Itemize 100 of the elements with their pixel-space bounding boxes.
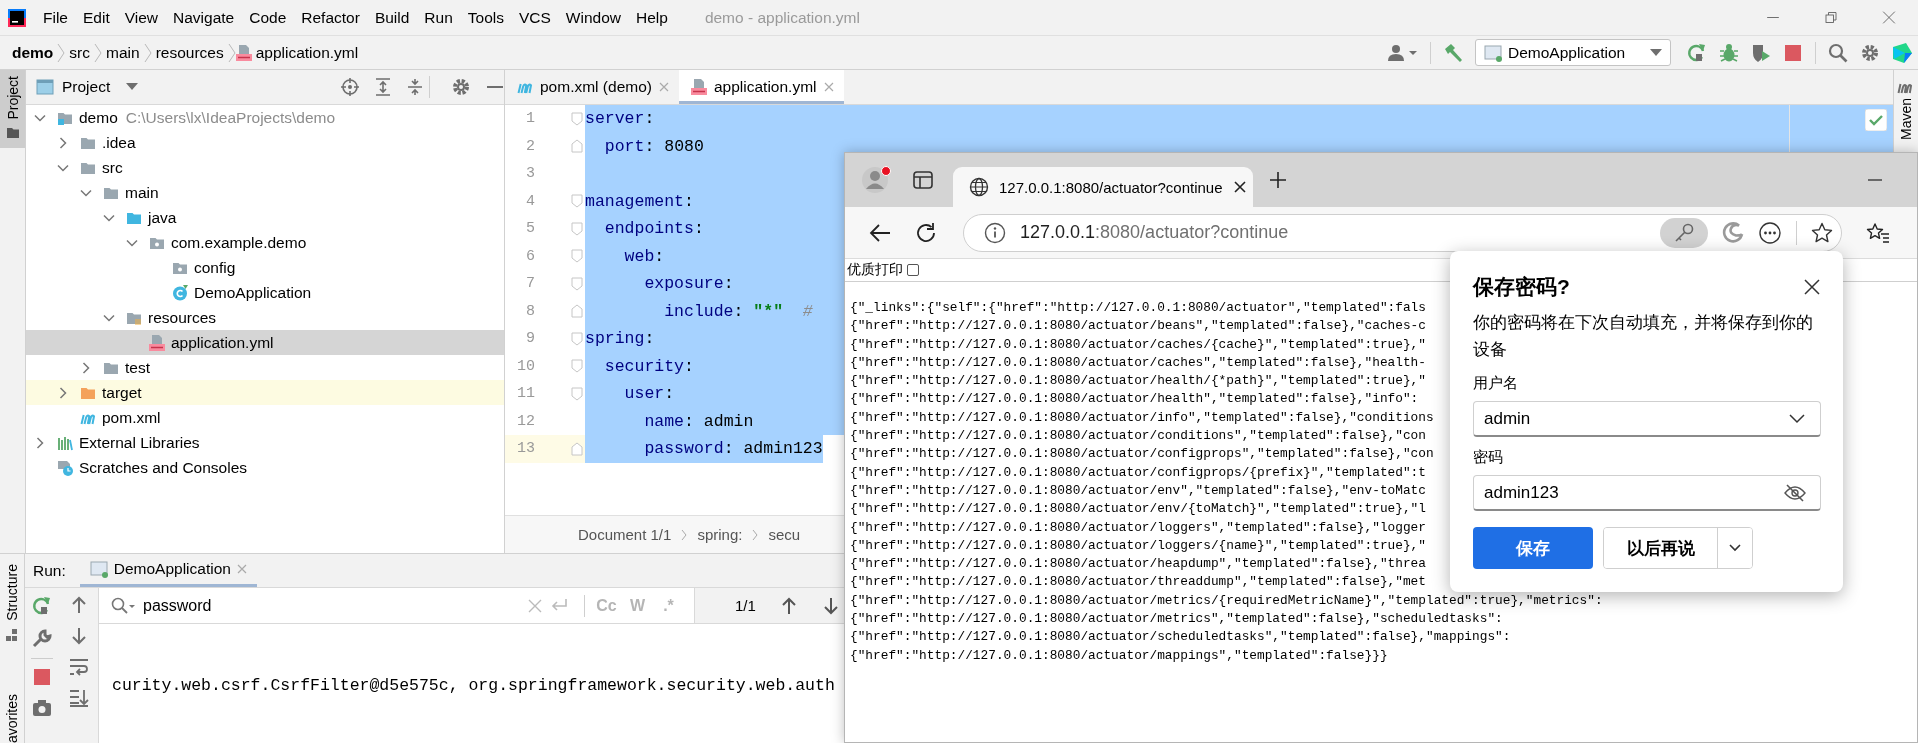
project-path: C:\Users\lx\IdeaProjects\demo xyxy=(125,108,336,127)
json-text-line: {"href":"http://127.0.0.1:8080/actuator/beans","templated":false},"caches-c xyxy=(850,317,1426,336)
code-line: name: admin xyxy=(643,410,754,433)
json-text-line: {"href":"http://127.0.0.1:8080/actuator/info","templated":false},"conditions xyxy=(850,408,1434,427)
line-number: 2 xyxy=(525,136,536,157)
breadcrumb-item[interactable]: resources xyxy=(155,43,224,62)
breadcrumb-item[interactable]: spring: xyxy=(697,526,743,543)
dialog-message: 你的密码将在下次自动填充，并将保存到你的设备 xyxy=(1473,312,1814,361)
tool-window-tab[interactable]: Maven xyxy=(1898,98,1914,141)
json-text-line: {"href":"http://127.0.0.1:8080/actuator/loggers","templated":false},"logger xyxy=(850,518,1426,537)
tree-item[interactable]: java xyxy=(26,205,504,230)
panel-title: Project xyxy=(62,78,111,96)
later-button[interactable]: 以后再说 xyxy=(1604,528,1718,568)
menu-item[interactable]: Code xyxy=(249,8,287,27)
menu-item[interactable]: Navigate xyxy=(173,8,235,27)
browser-tab[interactable]: 127.0.0.1:8080/actuator?continue xyxy=(953,167,1253,207)
breadcrumb-item[interactable]: Document 1/1 xyxy=(578,526,672,543)
json-text-line: {"_links":{"self":{"href":"http://127.0.0.1:8080/actuator","templated":fals xyxy=(850,299,1426,317)
menu-item[interactable]: Run xyxy=(424,8,453,27)
line-number: 12 xyxy=(516,411,536,432)
tree-item[interactable]: Scratches and Consoles xyxy=(26,455,504,480)
editor-tab[interactable]: application.yml xyxy=(678,70,844,104)
code-line: management: xyxy=(585,190,694,213)
menu-item[interactable]: Build xyxy=(374,8,410,27)
line-number: 13 xyxy=(505,435,541,463)
field-label: 密码 xyxy=(1473,447,1504,467)
address-bar[interactable]: 127.0.0.1:8080/actuator?continue xyxy=(963,213,1842,252)
project-tool-tab[interactable]: Project xyxy=(0,70,25,148)
menu-item[interactable]: View xyxy=(124,8,159,27)
tree-item[interactable]: External Libraries xyxy=(26,430,504,455)
json-text-line: {"href":"http://127.0.0.1:8080/actuator/conditions","templated":false},"con xyxy=(850,427,1426,446)
tree-item[interactable]: resources xyxy=(26,305,504,330)
tree-item[interactable]: main xyxy=(26,180,504,205)
code-line: server: xyxy=(585,108,655,130)
line-number: 8 xyxy=(525,301,536,322)
menu-item[interactable]: File xyxy=(43,8,68,27)
url-path: :8080/actuator?continue xyxy=(1095,222,1289,242)
json-text-line: {"href":"http://127.0.0.1:8080/actuator/scheduledtasks","templated":false},"mappings": xyxy=(850,628,1511,647)
tool-window-tab[interactable]: Structure xyxy=(4,564,20,621)
menu-item[interactable]: Edit xyxy=(83,8,110,27)
menu-item[interactable]: Tools xyxy=(467,8,504,27)
tree-item[interactable]: com.example.demo xyxy=(26,230,504,255)
code-line: spring: xyxy=(585,328,655,350)
breadcrumb-item[interactable]: src xyxy=(69,43,90,62)
code-line: include: "*" # xyxy=(663,300,813,323)
tool-window-tab[interactable]: avorites xyxy=(4,693,20,743)
code-line: user: xyxy=(623,383,675,405)
url-host: 127.0.0.1 xyxy=(1020,222,1096,242)
breadcrumb-item[interactable]: application.yml xyxy=(255,43,359,62)
editor-tab[interactable]: pom.xml (demo) xyxy=(505,70,679,104)
code-line: port: 8080 xyxy=(603,135,704,158)
tree-item[interactable]: test xyxy=(26,355,504,380)
field-label: 用户名 xyxy=(1473,373,1519,393)
menu-item[interactable]: Refactor xyxy=(301,8,360,27)
tree-item[interactable]: application.yml xyxy=(26,330,504,355)
line-number: 7 xyxy=(525,274,536,294)
json-text-line: {"href":"http://127.0.0.1:8080/actuator/env","templated":false},"env-toMatc xyxy=(850,481,1426,500)
console-line: curity.web.csrf.CsrfFilter@d5e575c, org.springframework.security.web.auth xyxy=(112,676,836,696)
line-number: 11 xyxy=(516,384,536,404)
menu-item[interactable]: Help xyxy=(636,8,668,27)
tree-item[interactable]: DemoApplication xyxy=(26,280,504,305)
breadcrumb-item[interactable]: demo xyxy=(12,43,54,62)
print-option-label: 优质打印 xyxy=(847,261,903,279)
tree-item[interactable]: target xyxy=(26,380,504,405)
code-line: endpoints: xyxy=(603,218,704,240)
line-number: 4 xyxy=(525,191,536,212)
line-number: 1 xyxy=(525,109,536,129)
save-button[interactable]: 保存 xyxy=(1473,527,1593,569)
json-text-line: {"href":"http://127.0.0.1:8080/actuator/env/{toMatch}","templated":true},"l xyxy=(850,500,1426,519)
json-text-line: {"href":"http://127.0.0.1:8080/actuator/metrics/{requiredMetricName}","templated":true},"metrics": xyxy=(850,591,1603,610)
menu-item[interactable]: VCS xyxy=(518,8,551,27)
breadcrumb-item[interactable]: main xyxy=(106,43,140,62)
line-number: 9 xyxy=(525,329,536,349)
json-text-line: {"href":"http://127.0.0.1:8080/actuator/health","templated":false},"info": xyxy=(850,390,1419,409)
json-text-line: {"href":"http://127.0.0.1:8080/actuator/mappings","templated":false}}} xyxy=(850,646,1388,665)
line-number: 3 xyxy=(525,164,536,184)
json-text-line: {"href":"http://127.0.0.1:8080/actuator/heapdump","templated":false},"threa xyxy=(850,555,1426,574)
json-text-line: {"href":"http://127.0.0.1:8080/actuator/health/{*path}","templated":true}," xyxy=(850,372,1426,391)
run-configuration-dropdown[interactable]: DemoApplication xyxy=(1475,39,1671,66)
window-title: demo - application.yml xyxy=(704,8,860,27)
json-text-line: {"href":"http://127.0.0.1:8080/actuator/caches/{cache}","templated":true}," xyxy=(850,335,1426,354)
json-text-line: {"href":"http://127.0.0.1:8080/actuator/configprops","templated":false},"con xyxy=(850,445,1434,464)
menu-item[interactable]: Window xyxy=(565,8,621,27)
json-text-line: {"href":"http://127.0.0.1:8080/actuator/caches","templated":false},"health- xyxy=(850,353,1426,372)
json-text-line: {"href":"http://127.0.0.1:8080/actuator/metrics","templated":false},"scheduledtasks": xyxy=(850,610,1503,629)
code-line: web: xyxy=(623,245,665,268)
tree-item[interactable]: src xyxy=(26,155,504,180)
credential-field[interactable]: admin123 xyxy=(1473,475,1821,511)
tree-item[interactable]: .idea xyxy=(26,130,504,155)
code-line: security: xyxy=(603,355,694,378)
tree-item[interactable]: pom.xml xyxy=(26,405,504,430)
tree-item[interactable]: demo C:\Users\lx\IdeaProjects\demo xyxy=(26,105,504,130)
tree-item[interactable]: config xyxy=(26,255,504,280)
json-text-line: {"href":"http://127.0.0.1:8080/actuator/configprops/{prefix}","templated":t xyxy=(850,463,1426,482)
username-field[interactable]: admin xyxy=(1473,401,1821,437)
breadcrumb-item[interactable]: secu xyxy=(768,526,801,543)
line-number: 6 xyxy=(525,246,536,267)
json-text-line: {"href":"http://127.0.0.1:8080/actuator/loggers/{name}","templated":true}," xyxy=(850,536,1426,555)
line-number: 10 xyxy=(516,356,536,377)
panel-title: Run: xyxy=(33,561,66,580)
